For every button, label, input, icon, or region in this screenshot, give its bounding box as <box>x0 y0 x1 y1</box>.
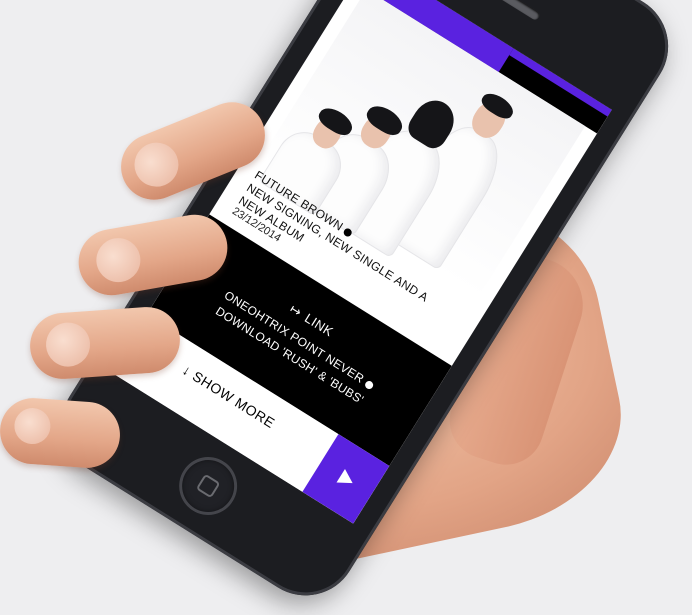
finger-ring <box>27 304 183 382</box>
bullet-dot-icon <box>363 379 375 391</box>
band-photo[interactable] <box>258 0 586 298</box>
bullet-dot-icon <box>341 226 353 238</box>
speaker-grille <box>483 0 542 22</box>
home-button[interactable] <box>168 446 249 526</box>
play-icon <box>336 468 357 490</box>
home-button-icon <box>195 473 221 499</box>
finger-little <box>0 395 123 471</box>
scene: FUTURE BROWN NEW SIGNING, NEW SINGLE AND… <box>0 0 692 615</box>
